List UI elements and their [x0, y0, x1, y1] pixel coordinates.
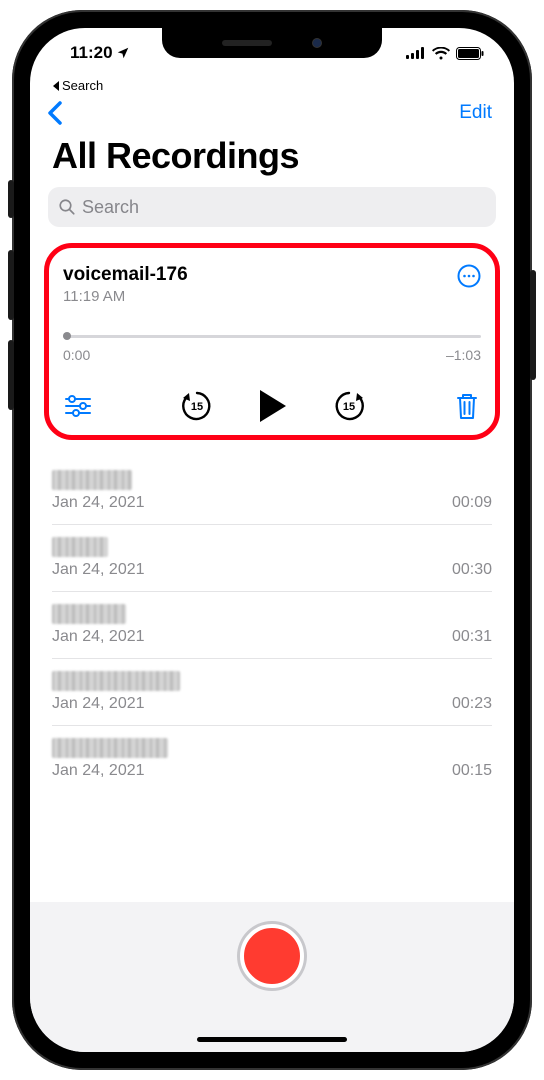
location-icon — [116, 46, 130, 60]
more-button[interactable] — [457, 264, 481, 288]
record-button[interactable] — [240, 924, 304, 988]
recording-row-duration: 00:23 — [452, 695, 492, 713]
cellular-icon — [406, 47, 426, 59]
elapsed-time: 0:00 — [63, 347, 90, 363]
recordings-list: Jan 24, 202100:09Jan 24, 202100:30Jan 24… — [30, 458, 514, 792]
recording-row[interactable]: Jan 24, 2021 00:30 — [52, 525, 492, 592]
recording-row-title — [52, 470, 132, 490]
recording-row-title — [52, 537, 108, 557]
recording-row-duration: 00:30 — [452, 561, 492, 579]
trash-icon — [455, 392, 479, 420]
search-placeholder: Search — [82, 197, 139, 218]
footer-bar — [30, 902, 514, 1052]
forward-15-icon: 15 — [332, 389, 366, 423]
status-indicators — [406, 47, 484, 60]
recording-row[interactable]: Jan 24, 2021 00:15 — [52, 726, 492, 792]
recording-row-title — [52, 738, 168, 758]
rewind-15-button[interactable]: 15 — [180, 389, 214, 423]
delete-button[interactable] — [455, 392, 479, 420]
forward-15-button[interactable]: 15 — [332, 389, 366, 423]
playback-scrubber[interactable] — [63, 331, 481, 341]
recording-row[interactable]: Jan 24, 2021 00:31 — [52, 592, 492, 659]
wifi-icon — [432, 47, 450, 60]
breadcrumb-label: Search — [62, 78, 103, 93]
battery-icon — [456, 47, 484, 60]
page-title: All Recordings — [30, 125, 514, 185]
edit-button[interactable]: Edit — [459, 102, 492, 124]
recording-row-date: Jan 24, 2021 — [52, 628, 145, 646]
options-button[interactable] — [65, 395, 91, 417]
search-icon — [58, 198, 76, 216]
home-indicator[interactable] — [197, 1037, 347, 1042]
recording-time: 11:19 AM — [63, 288, 188, 305]
search-input[interactable]: Search — [48, 187, 496, 227]
recording-row-duration: 00:31 — [452, 628, 492, 646]
recording-row-duration: 00:09 — [452, 494, 492, 512]
rewind-15-icon: 15 — [180, 389, 214, 423]
recording-row[interactable]: Jan 24, 2021 00:09 — [52, 458, 492, 525]
recording-row-date: Jan 24, 2021 — [52, 762, 168, 780]
chevron-left-icon — [46, 101, 62, 125]
recording-title: voicemail-176 — [63, 264, 188, 286]
play-icon — [258, 389, 288, 423]
sliders-icon — [65, 395, 91, 417]
recording-row-date: Jan 24, 2021 — [52, 561, 145, 579]
recording-row-duration: 00:15 — [452, 762, 492, 780]
play-button[interactable] — [258, 389, 288, 423]
back-button[interactable] — [46, 101, 62, 125]
breadcrumb-back[interactable]: Search — [30, 78, 514, 93]
recording-row-title — [52, 604, 126, 624]
recording-row-date: Jan 24, 2021 — [52, 494, 145, 512]
svg-text:15: 15 — [343, 401, 355, 413]
caret-left-icon — [52, 81, 60, 91]
recording-row[interactable]: Jan 24, 2021 00:23 — [52, 659, 492, 726]
selected-recording-card: voicemail-176 11:19 AM 0:00 –1:03 — [44, 243, 500, 440]
svg-text:15: 15 — [191, 401, 203, 413]
ellipsis-circle-icon — [457, 264, 481, 288]
status-time: 11:20 — [70, 43, 113, 63]
recording-row-title — [52, 671, 180, 691]
remaining-time: –1:03 — [446, 347, 481, 363]
recording-row-date: Jan 24, 2021 — [52, 695, 180, 713]
